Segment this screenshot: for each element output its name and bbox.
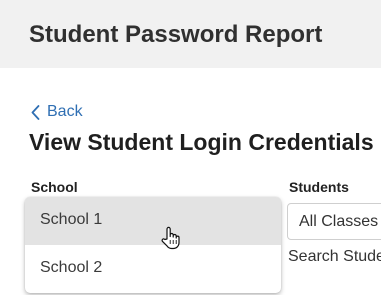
- student-password-report-page: Student Password Report Back View Studen…: [0, 0, 381, 295]
- school-option-1[interactable]: School 1: [25, 197, 281, 245]
- page-title: View Student Login Credentials: [29, 129, 374, 155]
- back-label: Back: [47, 103, 83, 120]
- school-label: School: [31, 179, 78, 195]
- header-bar: Student Password Report: [0, 0, 381, 68]
- school-dropdown-menu: School 1 School 2: [25, 197, 281, 293]
- school-option-2[interactable]: School 2: [25, 245, 281, 293]
- search-students-label: Search Stude: [288, 248, 381, 265]
- app-title: Student Password Report: [29, 21, 323, 48]
- students-label: Students: [289, 179, 349, 195]
- back-link[interactable]: Back: [31, 102, 83, 122]
- chevron-left-icon: [31, 104, 47, 120]
- students-select[interactable]: All Classes: [287, 203, 381, 240]
